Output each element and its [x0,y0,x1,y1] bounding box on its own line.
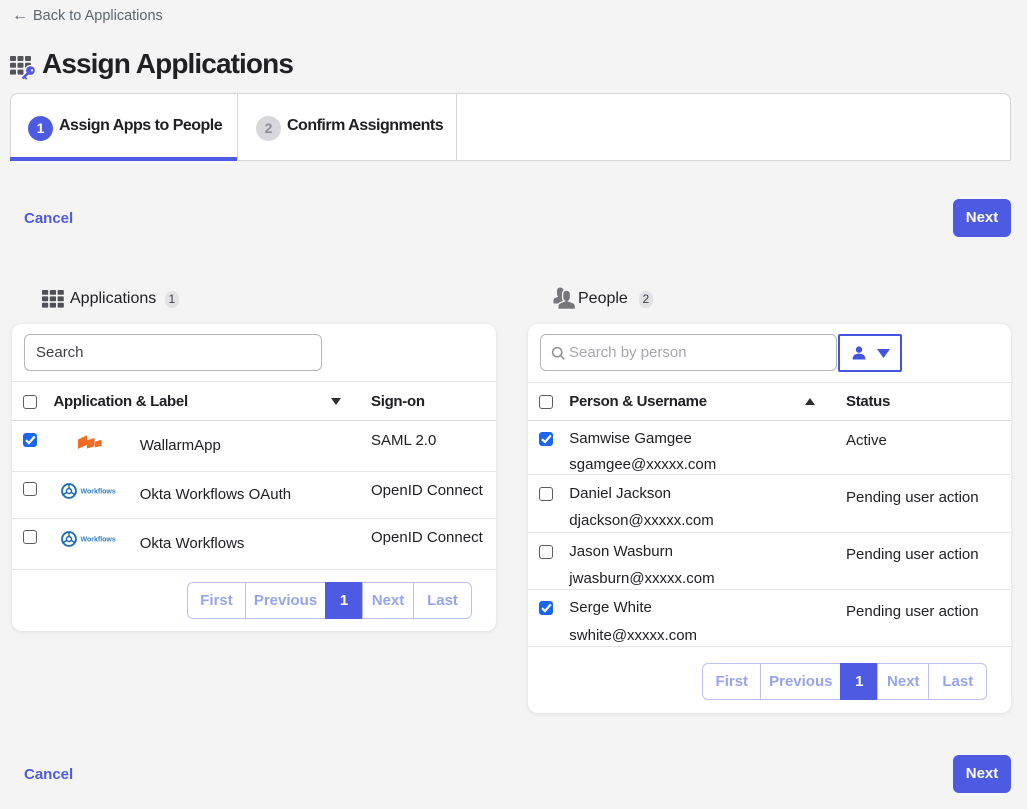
svg-text:Workflows: Workflows [80,537,115,544]
svg-text:Workflows: Workflows [80,488,115,495]
